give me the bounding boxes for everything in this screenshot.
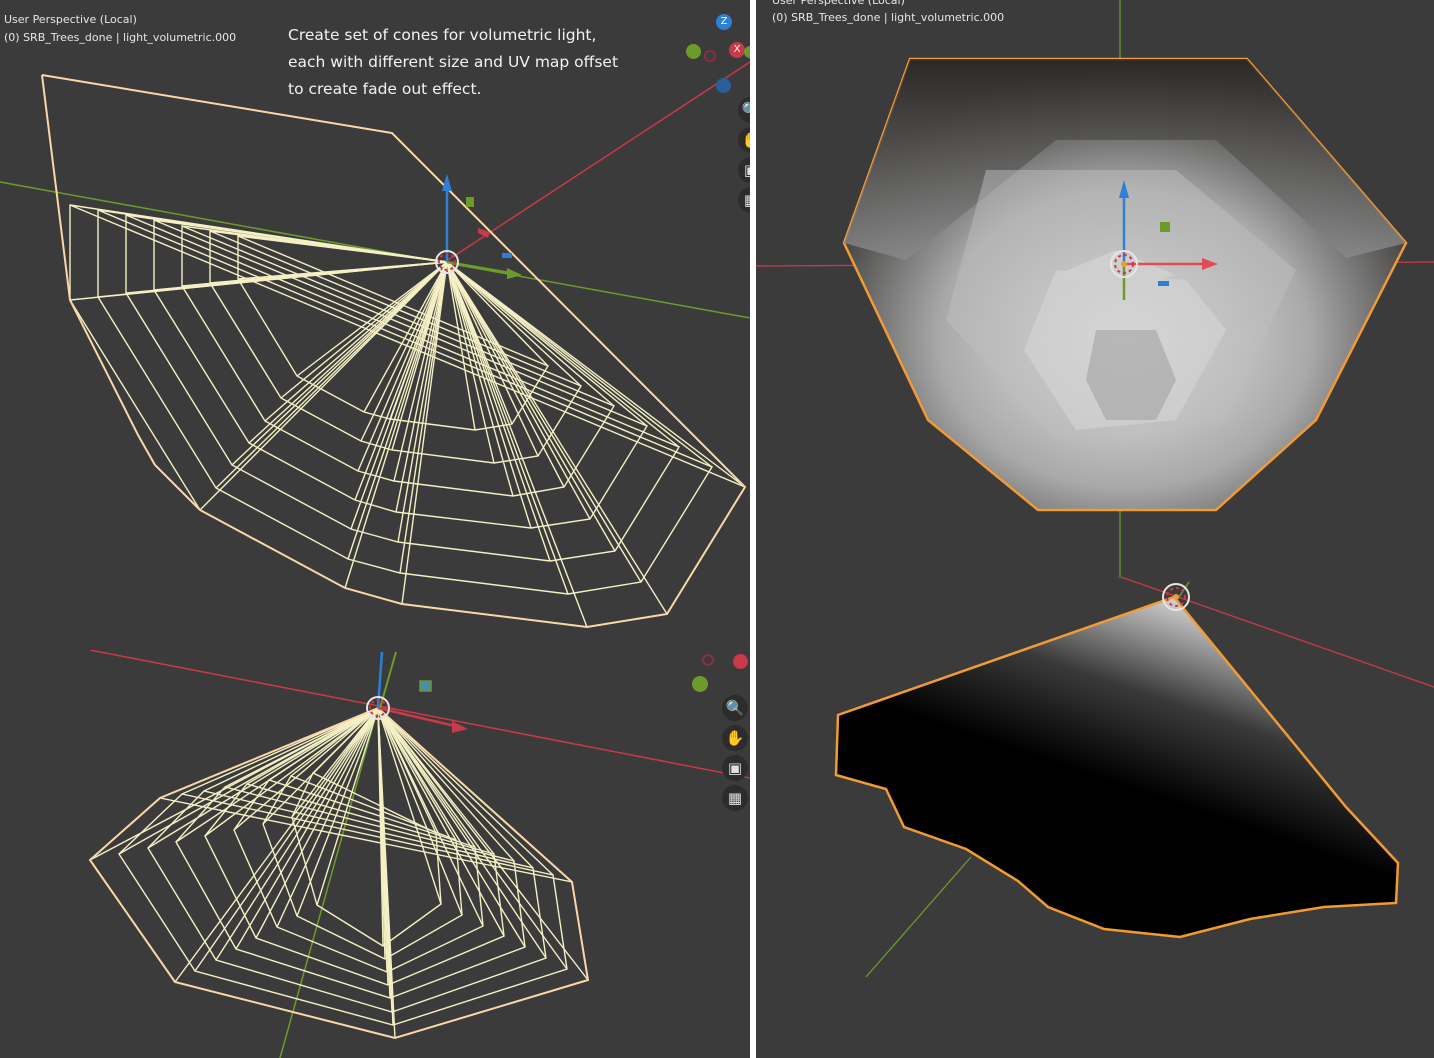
gizmo-y-axis[interactable] <box>686 44 701 59</box>
cone-ring <box>118 793 568 1026</box>
viewport-bottom-right[interactable] <box>756 577 1434 1058</box>
ortho-tool-icon[interactable]: ▦ <box>722 785 748 811</box>
viewport-mode-label: User Perspective (Local) <box>4 13 137 26</box>
object-name-label: (0) SRB_Trees_done | light_volumetric.00… <box>4 31 237 44</box>
cone-edge <box>446 261 565 488</box>
gizmo-neg-x-axis[interactable] <box>704 50 716 62</box>
annotation-line-2: each with different size and UV map offs… <box>288 53 619 71</box>
pan-tool-icon[interactable]: ✋ <box>722 725 748 751</box>
gizmo-x-axis[interactable] <box>733 654 748 669</box>
gizmo-neg-x-axis[interactable] <box>702 654 714 666</box>
cone-edge <box>377 707 457 841</box>
wireframe-cones-bottom <box>88 650 750 1058</box>
gizmo-y-axis-edge[interactable] <box>744 46 750 58</box>
gizmo-y-axis[interactable] <box>692 676 708 692</box>
material-preview-cone <box>834 577 1434 978</box>
viewport-bottom-left[interactable]: 🔍 ✋ ▣ ▦ <box>0 650 750 1058</box>
annotation-line-3: to create fade out effect. <box>288 80 482 98</box>
y-axis-line <box>279 707 379 1058</box>
viewport-mode-label: User Perspective (Local) <box>772 0 905 7</box>
annotation-text: Create set of cones for volumetric light… <box>288 22 618 103</box>
object-name-label: (0) SRB_Trees_done | light_volumetric.00… <box>772 11 1005 24</box>
y-axis-line <box>0 181 750 319</box>
cone-edge <box>393 261 448 482</box>
gizmo-x-axis[interactable]: X <box>729 42 745 58</box>
viewport-top-right[interactable]: User Perspective (Local) (0) SRB_Trees_d… <box>756 0 1434 577</box>
zoom-tool-icon[interactable]: 🔍 <box>722 695 748 721</box>
solid-cones-view <box>756 0 1434 577</box>
x-axis-line <box>89 650 750 779</box>
cone-edge <box>147 707 379 849</box>
cone-edge <box>446 261 532 529</box>
cone-edge <box>446 261 668 615</box>
gizmo-z-axis[interactable]: Z <box>716 14 732 30</box>
cone-ring <box>147 790 547 1013</box>
viewport-top-left[interactable]: User Perspective (Local) (0) SRB_Trees_d… <box>0 0 750 650</box>
cone-edge <box>237 261 448 280</box>
annotation-line-1: Create set of cones for volumetric light… <box>288 26 597 44</box>
camera-tool-icon[interactable]: ▣ <box>722 755 748 781</box>
gizmo-neg-z-axis[interactable] <box>716 78 731 93</box>
cone-edge <box>446 261 642 583</box>
cone-edge <box>399 261 448 574</box>
